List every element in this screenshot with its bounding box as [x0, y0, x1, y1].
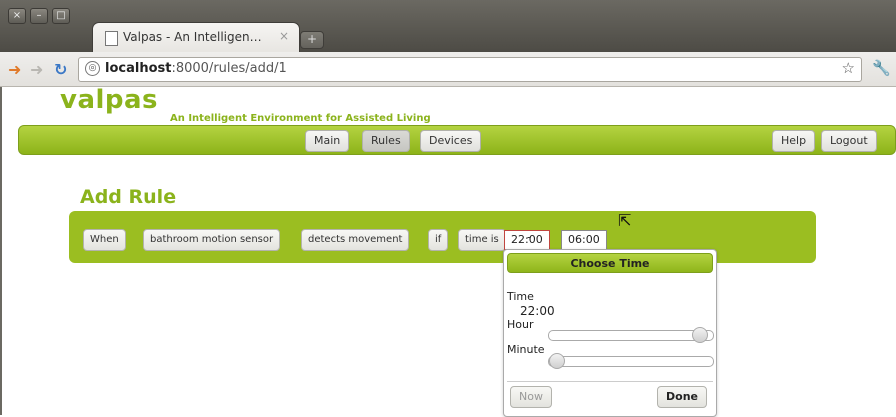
time-to-input[interactable]: 06:00: [561, 230, 607, 250]
site-logo[interactable]: valpas: [60, 85, 158, 115]
nav-main-button[interactable]: Main: [305, 130, 350, 152]
rule-event-chip[interactable]: detects movement: [301, 229, 410, 251]
nav-devices-button[interactable]: Devices: [420, 130, 482, 152]
browser-toolbar: ➜ ➜ ↻ ◎ localhost:8000/rules/add/1 ☆: [0, 52, 896, 87]
page-icon: [105, 31, 118, 46]
maximize-window-button[interactable]: □: [52, 8, 70, 24]
minute-slider[interactable]: [548, 353, 714, 369]
minute-label: Minute: [507, 343, 545, 356]
nav-help-button[interactable]: Help: [772, 130, 816, 152]
window-left-border: [0, 87, 2, 415]
time-value: 22:00: [520, 304, 555, 318]
nav-logout-button[interactable]: Logout: [821, 130, 877, 152]
time-range-separator: -: [527, 230, 532, 244]
time-picker-title: Choose Time: [507, 253, 713, 273]
url-text: localhost:8000/rules/add/1: [105, 61, 287, 76]
url-path: :8000/rules/add/1: [171, 61, 287, 76]
minimize-window-button[interactable]: –: [30, 8, 48, 24]
rule-when-chip[interactable]: When: [83, 229, 126, 251]
globe-icon: ◎: [85, 61, 100, 76]
tab-title: Valpas - An Intelligen…: [123, 30, 262, 44]
minute-slider-handle[interactable]: [549, 353, 565, 369]
page-content: valpas An Intelligent Environment for As…: [0, 85, 896, 417]
wrench-icon[interactable]: 🔧: [872, 59, 891, 77]
reload-icon[interactable]: ↻: [54, 60, 67, 79]
back-arrow-icon[interactable]: ➜: [8, 60, 21, 79]
forward-arrow-icon[interactable]: ➜: [30, 60, 43, 79]
window-controls: × – □: [8, 8, 70, 24]
hour-label: Hour: [507, 318, 534, 331]
nav-rules-button[interactable]: Rules: [362, 130, 410, 152]
main-navigation: Main Rules Devices Help Logout: [18, 125, 896, 155]
page-title: Add Rule: [80, 186, 177, 208]
popup-divider: [507, 381, 713, 382]
time-picker-popup: Choose Time Time 22:00 Hour Minute Now D…: [503, 249, 717, 417]
bookmark-star-icon[interactable]: ☆: [842, 59, 855, 77]
site-tagline: An Intelligent Environment for Assisted …: [170, 113, 431, 124]
mouse-cursor-icon: ⇱: [618, 211, 632, 230]
hour-slider-handle[interactable]: [692, 327, 708, 343]
address-bar[interactable]: ◎ localhost:8000/rules/add/1 ☆: [78, 57, 862, 82]
title-bar: × – □ Valpas - An Intelligen… × +: [0, 0, 896, 53]
close-window-button[interactable]: ×: [8, 8, 26, 24]
rule-device-chip[interactable]: bathroom motion sensor: [143, 229, 281, 251]
now-button[interactable]: Now: [510, 386, 552, 408]
url-host: localhost: [105, 61, 172, 76]
hour-slider[interactable]: [548, 327, 714, 343]
new-tab-button[interactable]: +: [300, 31, 324, 49]
tab-close-icon[interactable]: ×: [279, 29, 289, 43]
rule-if-chip[interactable]: if: [428, 229, 449, 251]
browser-tab[interactable]: Valpas - An Intelligen… ×: [92, 22, 300, 53]
done-button[interactable]: Done: [657, 386, 707, 408]
time-label: Time: [507, 290, 534, 303]
browser-window: × – □ Valpas - An Intelligen… × + ➜ ➜ ↻ …: [0, 0, 896, 417]
rule-condition-chip[interactable]: time is: [458, 229, 506, 251]
